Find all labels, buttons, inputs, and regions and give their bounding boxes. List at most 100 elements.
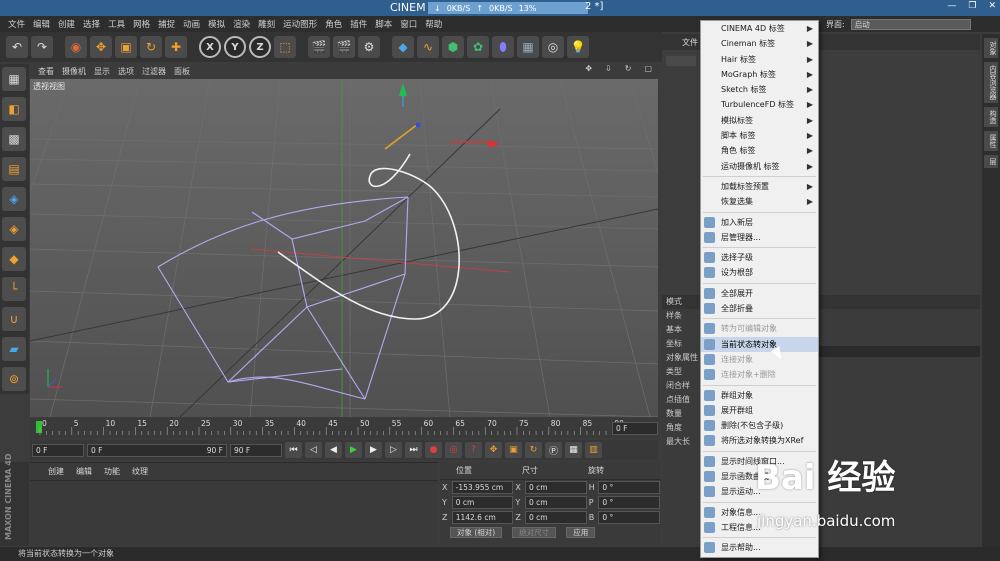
add-tool-icon[interactable]: ✚	[165, 36, 187, 58]
key-grid-icon[interactable]: ▦	[565, 442, 582, 458]
maximize-button[interactable]: ❐	[968, 1, 976, 11]
points-mode-icon[interactable]: ◈	[2, 187, 26, 211]
maximize-view-icon[interactable]: ▢	[644, 64, 652, 73]
object-tree-item[interactable]	[666, 56, 696, 66]
coordinate-field[interactable]: 0 cm	[525, 511, 587, 524]
menu-item[interactable]: 工具	[108, 18, 125, 30]
context-menu-item[interactable]: Hair 标签 ▶	[701, 52, 818, 67]
menu-item[interactable]: 选择	[83, 18, 100, 30]
end-frame-field[interactable]: 90 F	[230, 443, 282, 457]
material-menu-item[interactable]: 功能	[104, 466, 120, 477]
coordinate-field[interactable]: 1142.6 cm	[451, 511, 514, 524]
viewport-menu-item[interactable]: 面板	[174, 66, 190, 77]
render-picture-viewer-icon[interactable]: 🎬	[333, 36, 355, 58]
render-view-icon[interactable]: 🎬	[308, 36, 330, 58]
polygons-mode-icon[interactable]: ◆	[2, 247, 26, 271]
zoom-view-icon[interactable]: ⇩	[605, 64, 612, 73]
context-menu-item[interactable]: MoGraph 标签 ▶	[701, 67, 818, 82]
viewport-menu-item[interactable]: 显示	[94, 66, 110, 77]
render-settings-icon[interactable]: ⚙	[358, 36, 380, 58]
menu-item[interactable]: 插件	[350, 18, 367, 30]
size-mode-dropdown[interactable]: 绝对尺寸	[512, 527, 557, 538]
coordinate-field[interactable]: 0 °	[598, 481, 661, 494]
prev-key-button[interactable]: ◁	[305, 442, 322, 458]
material-menu-item[interactable]: 纹理	[132, 466, 148, 477]
make-editable-icon[interactable]: ▦	[2, 67, 26, 91]
autokey-button[interactable]: ◎	[445, 442, 462, 458]
context-menu-item[interactable]: 连接对象	[701, 352, 818, 367]
context-menu-item[interactable]: 层管理器...	[701, 230, 818, 245]
context-menu-item[interactable]: 删除(不包含子级)	[701, 418, 818, 433]
model-mode-icon[interactable]: ◧	[2, 97, 26, 121]
side-tab[interactable]: 层	[984, 155, 998, 168]
coordinate-mode-dropdown[interactable]: 对象 (相对)	[450, 527, 503, 538]
menu-item[interactable]: 捕捉	[158, 18, 175, 30]
workplane-icon[interactable]: ▤	[2, 157, 26, 181]
context-menu-item[interactable]: 当前状态转对象	[701, 336, 818, 352]
viewport-menu-item[interactable]: 过滤器	[142, 66, 166, 77]
material-menu-item[interactable]: 编辑	[76, 466, 92, 477]
live-select-icon[interactable]: ◉	[65, 36, 87, 58]
menu-item[interactable]: 运动图形	[283, 18, 317, 30]
redo-button[interactable]: ↷	[31, 36, 53, 58]
start-frame-field[interactable]: 0 F	[32, 443, 84, 457]
spline-pen-icon[interactable]: ∿	[417, 36, 439, 58]
menu-item[interactable]: 编辑	[33, 18, 50, 30]
move-view-icon[interactable]: ✥	[585, 64, 592, 73]
context-menu-item[interactable]: 展开群组	[701, 403, 818, 418]
context-menu-item[interactable]: 群组对象	[701, 388, 818, 403]
object-manager-menu-item[interactable]: 文件	[682, 37, 698, 48]
minimize-button[interactable]: —	[947, 1, 956, 11]
menu-item[interactable]: 雕刻	[258, 18, 275, 30]
coordinate-field[interactable]: -153.955 cm	[451, 481, 514, 494]
z-axis-lock-button[interactable]: Z	[249, 36, 271, 58]
apply-button[interactable]: 应用	[566, 527, 596, 538]
perspective-viewport[interactable]: 透视视图	[30, 79, 658, 417]
camera-icon[interactable]: ◎	[542, 36, 564, 58]
coordinate-system-icon[interactable]: ⬚	[274, 36, 296, 58]
prev-frame-button[interactable]: ◀	[325, 442, 342, 458]
context-menu-item[interactable]: 连接对象+删除	[701, 367, 818, 382]
menu-item[interactable]: 窗口	[400, 18, 417, 30]
undo-button[interactable]: ↶	[6, 36, 28, 58]
move-tool-icon[interactable]: ✥	[90, 36, 112, 58]
side-tab[interactable]: 内容浏览器	[984, 62, 998, 103]
next-key-button[interactable]: ▷	[385, 442, 402, 458]
goto-start-button[interactable]: ⏮	[285, 442, 302, 458]
coordinate-field[interactable]: 0 cm	[525, 481, 587, 494]
coordinate-field[interactable]: 0 °	[598, 511, 661, 524]
preview-range-slider[interactable]: 0 F 90 F	[87, 443, 227, 457]
viewport-menu-item[interactable]: 选项	[118, 66, 134, 77]
menu-item[interactable]: 模拟	[208, 18, 225, 30]
menu-item[interactable]: 脚本	[375, 18, 392, 30]
key-move-icon[interactable]: ✥	[485, 442, 502, 458]
context-menu-item[interactable]: TurbulenceFD 标签 ▶	[701, 97, 818, 112]
texture-mode-icon[interactable]: ▩	[2, 127, 26, 151]
context-menu-item[interactable]: 全部展开	[701, 286, 818, 301]
snap-icon[interactable]: ⊚	[2, 367, 26, 391]
menu-item[interactable]: 网格	[133, 18, 150, 30]
side-tab[interactable]: 属性	[984, 131, 998, 151]
coordinate-field[interactable]: 0 °	[598, 496, 661, 509]
context-menu-item[interactable]: 全部折叠	[701, 301, 818, 316]
y-axis-lock-button[interactable]: Y	[224, 36, 246, 58]
magnet-icon[interactable]: ∪	[2, 307, 26, 331]
context-menu-item[interactable]: 将所选对象转换为XRef	[701, 433, 818, 448]
side-tab[interactable]: 对象	[984, 38, 998, 58]
key-rotate-icon[interactable]: ↻	[525, 442, 542, 458]
viewport-menu-item[interactable]: 摄像机	[62, 66, 86, 77]
material-menu-item[interactable]: 创建	[48, 466, 64, 477]
lock-workplane-icon[interactable]: ▰	[2, 337, 26, 361]
context-menu-item[interactable]: 角色 标签 ▶	[701, 143, 818, 158]
array-icon[interactable]: ✿	[467, 36, 489, 58]
context-menu-item[interactable]: Sketch 标签 ▶	[701, 82, 818, 97]
coordinate-field[interactable]: 0 cm	[451, 496, 514, 509]
keyframe-help-button[interactable]: ?	[465, 442, 482, 458]
menu-item[interactable]: 创建	[58, 18, 75, 30]
coordinate-field[interactable]: 0 cm	[525, 496, 587, 509]
context-menu-item[interactable]: 模拟标签 ▶	[701, 113, 818, 128]
context-menu-item[interactable]: Cineman 标签 ▶	[701, 36, 818, 51]
next-frame-button[interactable]: ▶	[365, 442, 382, 458]
cube-object-icon[interactable]: ◆	[392, 36, 414, 58]
menu-item[interactable]: 动画	[183, 18, 200, 30]
